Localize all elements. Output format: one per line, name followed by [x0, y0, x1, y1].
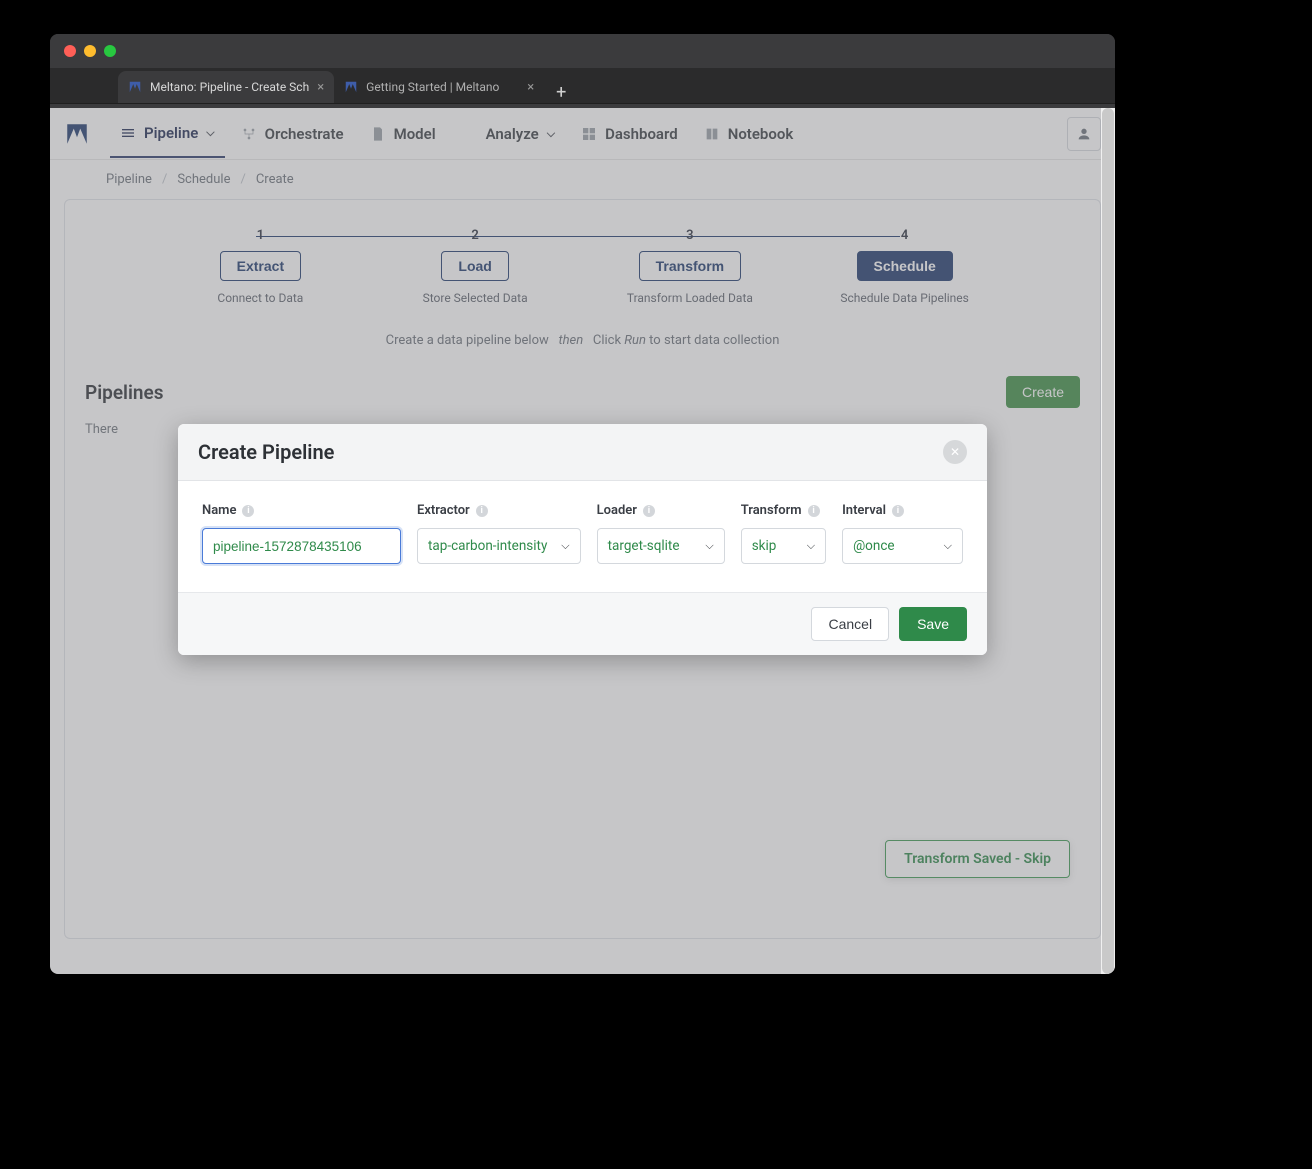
new-tab-button[interactable]: +: [544, 82, 578, 103]
close-window-icon[interactable]: [64, 45, 76, 57]
loader-field-label: Loader: [597, 503, 637, 518]
modal-close-button[interactable]: ✕: [943, 440, 967, 464]
modal-title: Create Pipeline: [198, 440, 334, 464]
maximize-window-icon[interactable]: [104, 45, 116, 57]
close-tab-icon[interactable]: ×: [317, 80, 324, 95]
scrollbar-thumb[interactable]: [1102, 108, 1114, 974]
meltano-favicon-icon: [344, 80, 358, 94]
info-icon[interactable]: i: [242, 505, 254, 517]
chevron-down-icon: ⌵: [944, 539, 952, 553]
extractor-field-label: Extractor: [417, 503, 470, 518]
extractor-select[interactable]: tap-carbon-intensity ⌵: [417, 528, 581, 564]
chevron-down-icon: ⌵: [705, 539, 713, 553]
chevron-down-icon: ⌵: [807, 539, 815, 553]
tab-title: Getting Started | Meltano: [366, 80, 519, 94]
close-icon: ✕: [950, 445, 960, 459]
info-icon[interactable]: i: [643, 505, 655, 517]
meltano-favicon-icon: [128, 80, 142, 94]
create-pipeline-modal: Create Pipeline ✕ Namei Extractori tap-c…: [178, 424, 987, 655]
interval-field-label: Interval: [842, 503, 886, 518]
chevron-down-icon: ⌵: [561, 539, 569, 553]
window-controls[interactable]: [64, 45, 116, 57]
minimize-window-icon[interactable]: [84, 45, 96, 57]
loader-value: target-sqlite: [608, 538, 680, 554]
extractor-value: tap-carbon-intensity: [428, 538, 547, 554]
interval-value: @once: [853, 538, 895, 554]
info-icon[interactable]: i: [808, 505, 820, 517]
info-icon[interactable]: i: [476, 505, 488, 517]
transform-value: skip: [752, 538, 777, 554]
browser-tab-inactive[interactable]: Getting Started | Meltano ×: [334, 71, 544, 103]
browser-tab-active[interactable]: Meltano: Pipeline - Create Sch ×: [118, 71, 334, 103]
transform-field-label: Transform: [741, 503, 802, 518]
close-tab-icon[interactable]: ×: [527, 80, 534, 95]
save-button[interactable]: Save: [899, 607, 967, 641]
vertical-scrollbar[interactable]: [1101, 108, 1115, 974]
name-field-label: Name: [202, 503, 236, 518]
pipeline-name-input[interactable]: [202, 528, 401, 564]
tab-title: Meltano: Pipeline - Create Sch: [150, 80, 309, 94]
loader-select[interactable]: target-sqlite ⌵: [597, 528, 725, 564]
info-icon[interactable]: i: [892, 505, 904, 517]
cancel-button[interactable]: Cancel: [811, 607, 889, 641]
transform-select[interactable]: skip ⌵: [741, 528, 826, 564]
interval-select[interactable]: @once ⌵: [842, 528, 963, 564]
